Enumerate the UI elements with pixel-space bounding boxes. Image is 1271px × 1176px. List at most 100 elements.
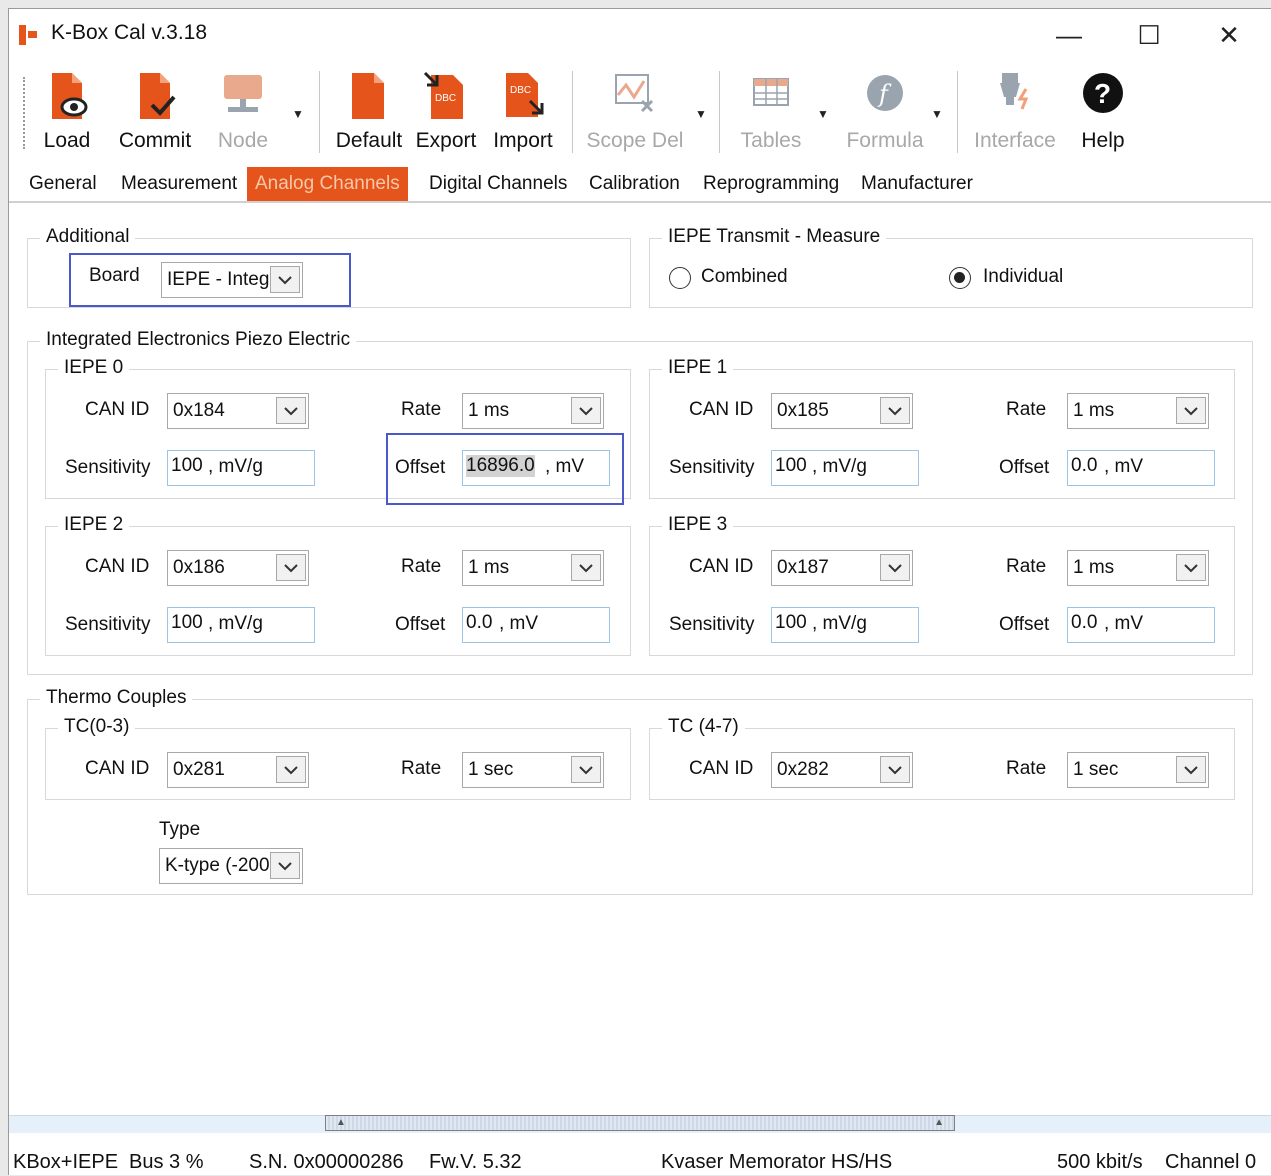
sensitivity-label: Sensitivity [65,457,151,478]
chevron-down-icon[interactable] [571,397,601,424]
rate-select[interactable]: 1 ms [462,393,604,429]
sensitivity-input[interactable]: 100 , mV/g [771,450,919,486]
import-button[interactable]: DBC Import [485,63,561,163]
type-select[interactable]: K-type (-200 [159,848,303,884]
sensitivity-label: Sensitivity [65,614,151,635]
offset-input[interactable]: 0.0 , mV [462,607,610,643]
can-id-label: CAN ID [85,556,150,577]
offset-input[interactable]: 0.0 , mV [1067,607,1215,643]
chevron-down-icon[interactable] [880,756,910,783]
chevron-down-icon[interactable] [276,756,306,783]
status-device: KBox+IEPE [13,1151,119,1173]
tab-strip: General Measurement Analog Channels Digi… [9,167,1271,203]
title-bar: K-Box Cal v.3.18 — ☐ ✕ [9,9,1271,59]
default-button[interactable]: Default [331,63,407,163]
can-id-select[interactable]: 0x186 [167,550,309,586]
interface-icon [992,71,1038,121]
sensitivity-input[interactable]: 100 , mV/g [771,607,919,643]
chevron-down-icon[interactable] [270,266,300,293]
board-label: Board [89,265,140,286]
tab-analog-channels[interactable]: Analog Channels [247,167,408,201]
iepe-0-title: IEPE 0 [58,357,130,379]
can-id-select[interactable]: 0x185 [771,393,913,429]
rate-label: Rate [1006,399,1047,420]
toolbar-separator [957,71,958,153]
export-button[interactable]: DBC Export [413,63,479,163]
offset-label: Offset [395,457,446,478]
rate-select[interactable]: 1 ms [462,550,604,586]
formula-dropdown-icon[interactable]: ▼ [931,107,943,121]
scope-del-icon [612,71,658,121]
can-id-select[interactable]: 0x281 [167,752,309,788]
export-icon: DBC [423,71,469,121]
combined-label[interactable]: Combined [701,266,788,288]
sensitivity-input[interactable]: 100 , mV/g [167,607,315,643]
offset-label: Offset [395,614,446,635]
chevron-down-icon[interactable] [1176,756,1206,783]
chevron-down-icon[interactable] [1176,554,1206,581]
tc-0-3-title: TC(0-3) [58,716,136,738]
chevron-down-icon[interactable] [571,554,601,581]
rate-select[interactable]: 1 sec [1067,752,1209,788]
can-id-select[interactable]: 0x282 [771,752,913,788]
rate-select[interactable]: 1 sec [462,752,604,788]
tables-button[interactable]: Tables [731,63,811,163]
toolbar-grip[interactable] [23,77,25,149]
load-button[interactable]: Load [37,63,97,163]
scope-dropdown-icon[interactable]: ▼ [695,107,707,121]
can-id-label: CAN ID [689,758,754,779]
chevron-down-icon[interactable] [1176,397,1206,424]
can-id-label: CAN ID [85,758,150,779]
minimize-button[interactable]: — [1039,15,1099,55]
tab-general[interactable]: General [29,167,97,201]
scope-del-button[interactable]: Scope Del [583,63,687,163]
node-button[interactable]: Node [213,63,273,163]
tab-measurement[interactable]: Measurement [121,167,237,201]
chevron-down-icon[interactable] [270,852,300,879]
node-dropdown-icon[interactable]: ▼ [292,107,304,121]
status-serial: S.N. 0x00000286 [249,1151,404,1173]
combined-radio[interactable] [669,267,691,289]
chevron-down-icon[interactable] [880,397,910,424]
tab-digital-channels[interactable]: Digital Channels [429,167,567,201]
status-interface: Kvaser Memorator HS/HS [661,1151,893,1173]
app-window: K-Box Cal v.3.18 — ☐ ✕ Load Commit Node … [8,8,1271,1175]
tables-dropdown-icon[interactable]: ▼ [817,107,829,121]
close-button[interactable]: ✕ [1199,15,1259,55]
chevron-down-icon[interactable] [276,397,306,424]
rate-select[interactable]: 1 ms [1067,550,1209,586]
offset-input[interactable]: 16896.0 , mV [462,450,610,486]
sensitivity-input[interactable]: 100 , mV/g [167,450,315,486]
offset-input[interactable]: 0.0 , mV [1067,450,1215,486]
tab-divider [9,201,1271,203]
load-icon [44,71,90,121]
maximize-button[interactable]: ☐ [1119,15,1179,55]
rate-label: Rate [401,399,442,420]
individual-label[interactable]: Individual [983,266,1063,288]
chevron-down-icon[interactable] [880,554,910,581]
scrollbar-thumb[interactable]: ▲ ▲ [325,1115,955,1131]
commit-icon [132,71,178,121]
toolbar: Load Commit Node ▼ Default DBC Export DB… [9,63,1271,163]
sensitivity-label: Sensitivity [669,457,755,478]
help-button[interactable]: ? Help [1073,63,1133,163]
rate-select[interactable]: 1 ms [1067,393,1209,429]
formula-button[interactable]: f Formula [835,63,935,163]
formula-icon: f [862,71,908,121]
tab-manufacturer[interactable]: Manufacturer [861,167,973,201]
chevron-down-icon[interactable] [571,756,601,783]
commit-button[interactable]: Commit [113,63,197,163]
status-firmware: Fw.V. 5.32 [429,1151,522,1173]
iepe-1-title: IEPE 1 [662,357,734,379]
can-id-select[interactable]: 0x187 [771,550,913,586]
can-id-select[interactable]: 0x184 [167,393,309,429]
rate-label: Rate [401,758,442,779]
interface-button[interactable]: Interface [967,63,1063,163]
chevron-down-icon[interactable] [276,554,306,581]
individual-radio[interactable] [949,267,971,289]
tab-reprogramming[interactable]: Reprogramming [703,167,839,201]
board-select[interactable]: IEPE - Integ [161,262,303,298]
iepe-transmit-title: IEPE Transmit - Measure [662,226,887,248]
tab-calibration[interactable]: Calibration [589,167,680,201]
help-icon: ? [1080,71,1126,121]
